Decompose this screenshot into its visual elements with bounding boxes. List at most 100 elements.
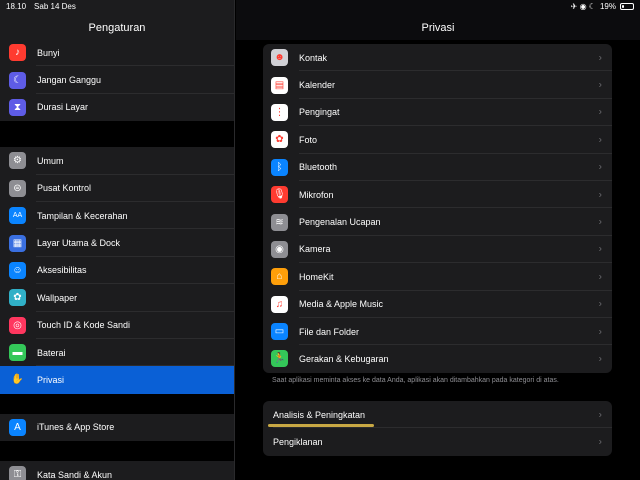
- sidebar-item-aksesibilitas[interactable]: ☺ Aksesibilitas: [0, 257, 234, 285]
- hand-icon: ✋: [9, 371, 26, 389]
- sidebar-group-accounts: ⚿ Kata Sandi & Akun: [0, 461, 234, 480]
- privacy-pane: Privasi ☻ Kontak › ▤ Kalender › ⋮ Pengingat › ✿ Fo…: [236, 0, 640, 480]
- sidebar-item-kata-sandi-akun[interactable]: ⚿ Kata Sandi & Akun: [0, 461, 234, 480]
- sidebar-item-itunes-app-store[interactable]: AiTunes & App Store: [0, 414, 234, 441]
- privacy-item-label: Foto: [299, 134, 318, 145]
- fingerprint-icon: ◎: [9, 316, 26, 334]
- privacy-item-gerakan-kebugaran[interactable]: 🏃 Gerakan & Kebugaran ›: [263, 345, 612, 372]
- status-bar: 18.10 Sab 14 Des ✈ ◉ ☾ 19%: [0, 0, 640, 14]
- chevron-right-icon: ›: [598, 134, 602, 146]
- sidebar-item-label: Touch ID & Kode Sandi: [37, 320, 131, 331]
- privacy-item-label: Media & Apple Music: [299, 299, 384, 310]
- status-date: Sab 14 Des: [34, 2, 76, 11]
- text-size-icon: AA: [9, 207, 26, 225]
- folder-icon: ▭: [271, 323, 288, 341]
- status-time: 18.10: [6, 2, 27, 11]
- privacy-item-label: Bluetooth: [299, 162, 338, 173]
- chevron-right-icon: ›: [598, 52, 602, 64]
- privacy-item-label: Gerakan & Kebugaran: [299, 353, 389, 364]
- sidebar-item-label: Jangan Ganggu: [37, 75, 102, 86]
- chevron-right-icon: ›: [598, 298, 602, 310]
- sidebar-item-bunyi[interactable]: ♪ Bunyi: [0, 39, 234, 67]
- chevron-right-icon: ›: [598, 326, 602, 338]
- privacy-item-kontak[interactable]: ☻ Kontak ›: [263, 44, 612, 72]
- photos-icon: ✿: [271, 131, 288, 149]
- analytics-list: Analisis & Peningkatan › Pengiklanan ›: [263, 401, 612, 456]
- chevron-right-icon: ›: [598, 106, 602, 118]
- privacy-item-label: HomeKit: [299, 271, 334, 282]
- sidebar-item-durasi-layar[interactable]: ⧗ Durasi Layar: [0, 94, 234, 121]
- privacy-item-label: Kamera: [299, 244, 331, 255]
- sidebar-item-baterai[interactable]: ▬ Baterai: [0, 339, 234, 367]
- sidebar-item-label: Durasi Layar: [37, 102, 89, 113]
- sidebar-group-store: AiTunes & App Store: [0, 413, 234, 442]
- chevron-right-icon: ›: [598, 79, 602, 91]
- privacy-item-kalender[interactable]: ▤ Kalender ›: [263, 71, 612, 99]
- privacy-item-kamera[interactable]: ◉ Kamera ›: [263, 236, 612, 264]
- privacy-item-label: Pengingat: [299, 107, 340, 118]
- sidebar-item-pusat-kontrol[interactable]: ⊜ Pusat Kontrol: [0, 175, 234, 202]
- contacts-icon: ☻: [271, 49, 288, 67]
- calendar-icon: ▤: [271, 76, 288, 94]
- privacy-item-mikrofon[interactable]: 🎙 Mikrofon ›: [263, 181, 612, 209]
- privacy-item-pengingat[interactable]: ⋮ Pengingat ›: [263, 99, 612, 127]
- privacy-item-label: Analisis & Peningkatan: [273, 409, 366, 420]
- privacy-item-label: Pengenalan Ucapan: [299, 217, 381, 228]
- sidebar-item-label: Privasi: [37, 374, 65, 385]
- home-grid-icon: ▦: [9, 234, 26, 252]
- key-icon: ⚿: [9, 466, 26, 480]
- chevron-right-icon: ›: [598, 409, 602, 421]
- app-store-icon: A: [9, 418, 26, 436]
- privacy-item-homekit[interactable]: ⌂ HomeKit ›: [263, 263, 612, 291]
- privacy-item-pengiklanan[interactable]: Pengiklanan ›: [263, 428, 612, 455]
- privacy-item-label: Kontak: [299, 52, 328, 63]
- sidebar-item-label: Wallpaper: [37, 292, 78, 303]
- home-icon: ⌂: [271, 268, 288, 286]
- chevron-right-icon: ›: [598, 436, 602, 448]
- sidebar-item-label: Aksesibilitas: [37, 265, 87, 276]
- sidebar-item-label: Kata Sandi & Akun: [37, 469, 113, 480]
- sidebar-item-layar-utama-dock[interactable]: ▦ Layar Utama & Dock: [0, 229, 234, 257]
- privacy-item-bluetooth[interactable]: ᛒ Bluetooth ›: [263, 154, 612, 181]
- battery-icon: [620, 3, 634, 10]
- battery-percent: 19%: [599, 2, 616, 11]
- privacy-footer-note: Saat aplikasi meminta akses ke data Anda…: [272, 377, 559, 384]
- waveform-icon: ≋: [271, 213, 288, 231]
- speaker-icon: ♪: [9, 44, 26, 62]
- sidebar-item-label: Pusat Kontrol: [37, 183, 92, 194]
- sidebar-item-jangan-ganggu[interactable]: ☾ Jangan Ganggu: [0, 66, 234, 94]
- sidebar-item-umum[interactable]: ⚙ Umum: [0, 147, 234, 175]
- sidebar-group-general: ⚙ Umum ⊜ Pusat Kontrol AA Tampilan & Keceraha…: [0, 147, 234, 394]
- toggles-icon: ⊜: [9, 179, 26, 197]
- privacy-item-file-dan-folder[interactable]: ▭ File dan Folder ›: [263, 318, 612, 346]
- highlight-marker: [268, 424, 374, 427]
- microphone-icon: 🎙: [271, 186, 288, 204]
- privacy-item-label: Mikrofon: [299, 189, 334, 200]
- bluetooth-icon: ᛒ: [271, 158, 288, 176]
- privacy-item-pengenalan-ucapan[interactable]: ≋ Pengenalan Ucapan ›: [263, 208, 612, 236]
- chevron-right-icon: ›: [598, 353, 602, 365]
- sidebar-item-label: iTunes & App Store: [37, 422, 115, 433]
- moon-icon: ☾: [9, 71, 26, 89]
- chevron-right-icon: ›: [598, 189, 602, 201]
- sidebar-item-wallpaper[interactable]: ✿ Wallpaper: [0, 284, 234, 312]
- chevron-right-icon: ›: [598, 161, 602, 173]
- privacy-item-foto[interactable]: ✿ Foto ›: [263, 126, 612, 154]
- privacy-item-label: File dan Folder: [299, 326, 360, 337]
- gear-icon: ⚙: [9, 152, 26, 170]
- accessibility-icon: ☺: [9, 261, 26, 279]
- sidebar-item-privasi[interactable]: ✋ Privasi: [0, 366, 234, 394]
- sidebar-item-touch-id-kode-sandi[interactable]: ◎ Touch ID & Kode Sandi: [0, 312, 234, 339]
- sidebar-item-label: Umum: [37, 155, 64, 166]
- sidebar-item-tampilan-kecerahan[interactable]: AA Tampilan & Kecerahan: [0, 202, 234, 230]
- flower-icon: ✿: [9, 289, 26, 307]
- sidebar-group-sound: ♪ Bunyi ☾ Jangan Ganggu ⧗ Durasi Layar: [0, 39, 234, 122]
- sidebar-item-label: Baterai: [37, 347, 66, 358]
- sidebar-item-label: Bunyi: [37, 47, 60, 58]
- privacy-item-media-apple-music[interactable]: ♫ Media & Apple Music ›: [263, 291, 612, 318]
- privacy-list: ☻ Kontak › ▤ Kalender › ⋮ Pengingat › ✿ Foto › ᛒ Blue…: [263, 44, 612, 373]
- chevron-right-icon: ›: [598, 216, 602, 228]
- sidebar-item-label: Layar Utama & Dock: [37, 238, 121, 249]
- sidebar-item-label: Tampilan & Kecerahan: [37, 210, 128, 221]
- fitness-icon: 🏃: [271, 350, 288, 368]
